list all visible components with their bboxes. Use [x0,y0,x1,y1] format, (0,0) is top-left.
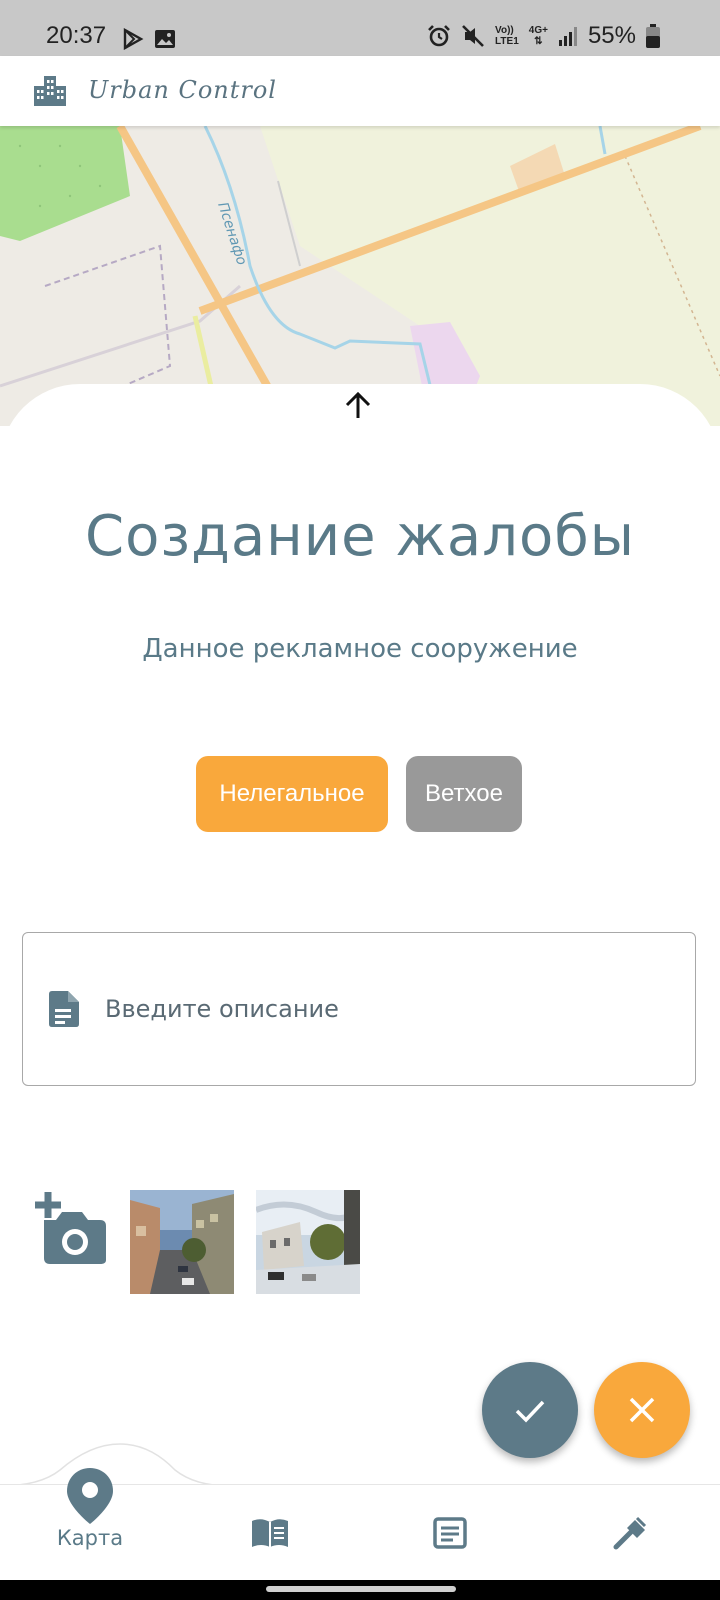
bottom-navigation: Карта [0,1468,720,1581]
app-bar: Urban Control [0,56,720,126]
photo-yard-image [256,1190,360,1294]
add-photo-icon[interactable] [34,1190,108,1264]
check-icon [515,1400,545,1423]
network-type-indicator: 4G+ ⇅ [529,25,548,47]
system-navigation-bar [0,1580,720,1600]
status-notification-icons [122,28,176,50]
hammer-icon [613,1516,647,1550]
photo-thumbnail[interactable] [256,1190,360,1294]
article-icon [433,1517,467,1549]
play-store-icon [123,28,144,50]
photo-thumbnail[interactable] [130,1190,234,1294]
data-arrows-icon: ⇅ [534,36,543,47]
nav-item-tools[interactable] [590,1485,670,1581]
lte-label: LTE1 [495,36,519,47]
battery-icon [646,24,660,48]
sheet-title: Создание жалобы [84,504,635,569]
arrow-up-icon[interactable] [340,388,376,424]
nav-item-map-label: Карта [56,1526,124,1550]
battery-percent: 55% [587,22,636,49]
alarm-icon [428,25,450,47]
volte-label: Vo)) [495,25,514,36]
nav-item-articles[interactable] [410,1485,490,1581]
network-type-label: 4G+ [528,25,548,36]
status-system-icons: Vo)) LTE1 4G+ ⇅ 55% [427,22,660,50]
description-placeholder: Введите описание [105,995,339,1023]
mute-icon [462,25,484,47]
signal-icon [558,27,577,46]
map-tiles: Псенафо [0,126,720,426]
complaint-sheet: Создание жалобы Данное рекламное сооруже… [0,384,720,1484]
choice-dilapidated-button[interactable]: Ветхое [406,756,522,832]
city-buildings-icon [34,76,66,106]
photo-street-image [130,1190,234,1294]
document-icon [49,991,79,1027]
home-gesture-handle[interactable] [266,1586,456,1592]
image-icon [155,30,175,48]
volte-indicator: Vo)) LTE1 [495,25,519,47]
app-title: Urban Control [88,76,277,104]
close-icon [629,1397,655,1423]
nav-item-map[interactable]: Карта [40,1461,140,1557]
map-pin-icon [67,1468,113,1524]
choice-illegal-button[interactable]: Нелегальное [196,756,388,832]
nav-item-catalog[interactable] [230,1485,310,1581]
book-icon [252,1519,288,1547]
sheet-subtitle: Данное рекламное сооружение [142,634,578,664]
description-input[interactable]: Введите описание [22,932,696,1086]
map-view[interactable]: Псенафо [0,126,720,426]
status-time: 20:37 [46,22,107,49]
status-bar: 20:37 Vo)) LTE1 4G+ ⇅ 55% [0,0,720,56]
